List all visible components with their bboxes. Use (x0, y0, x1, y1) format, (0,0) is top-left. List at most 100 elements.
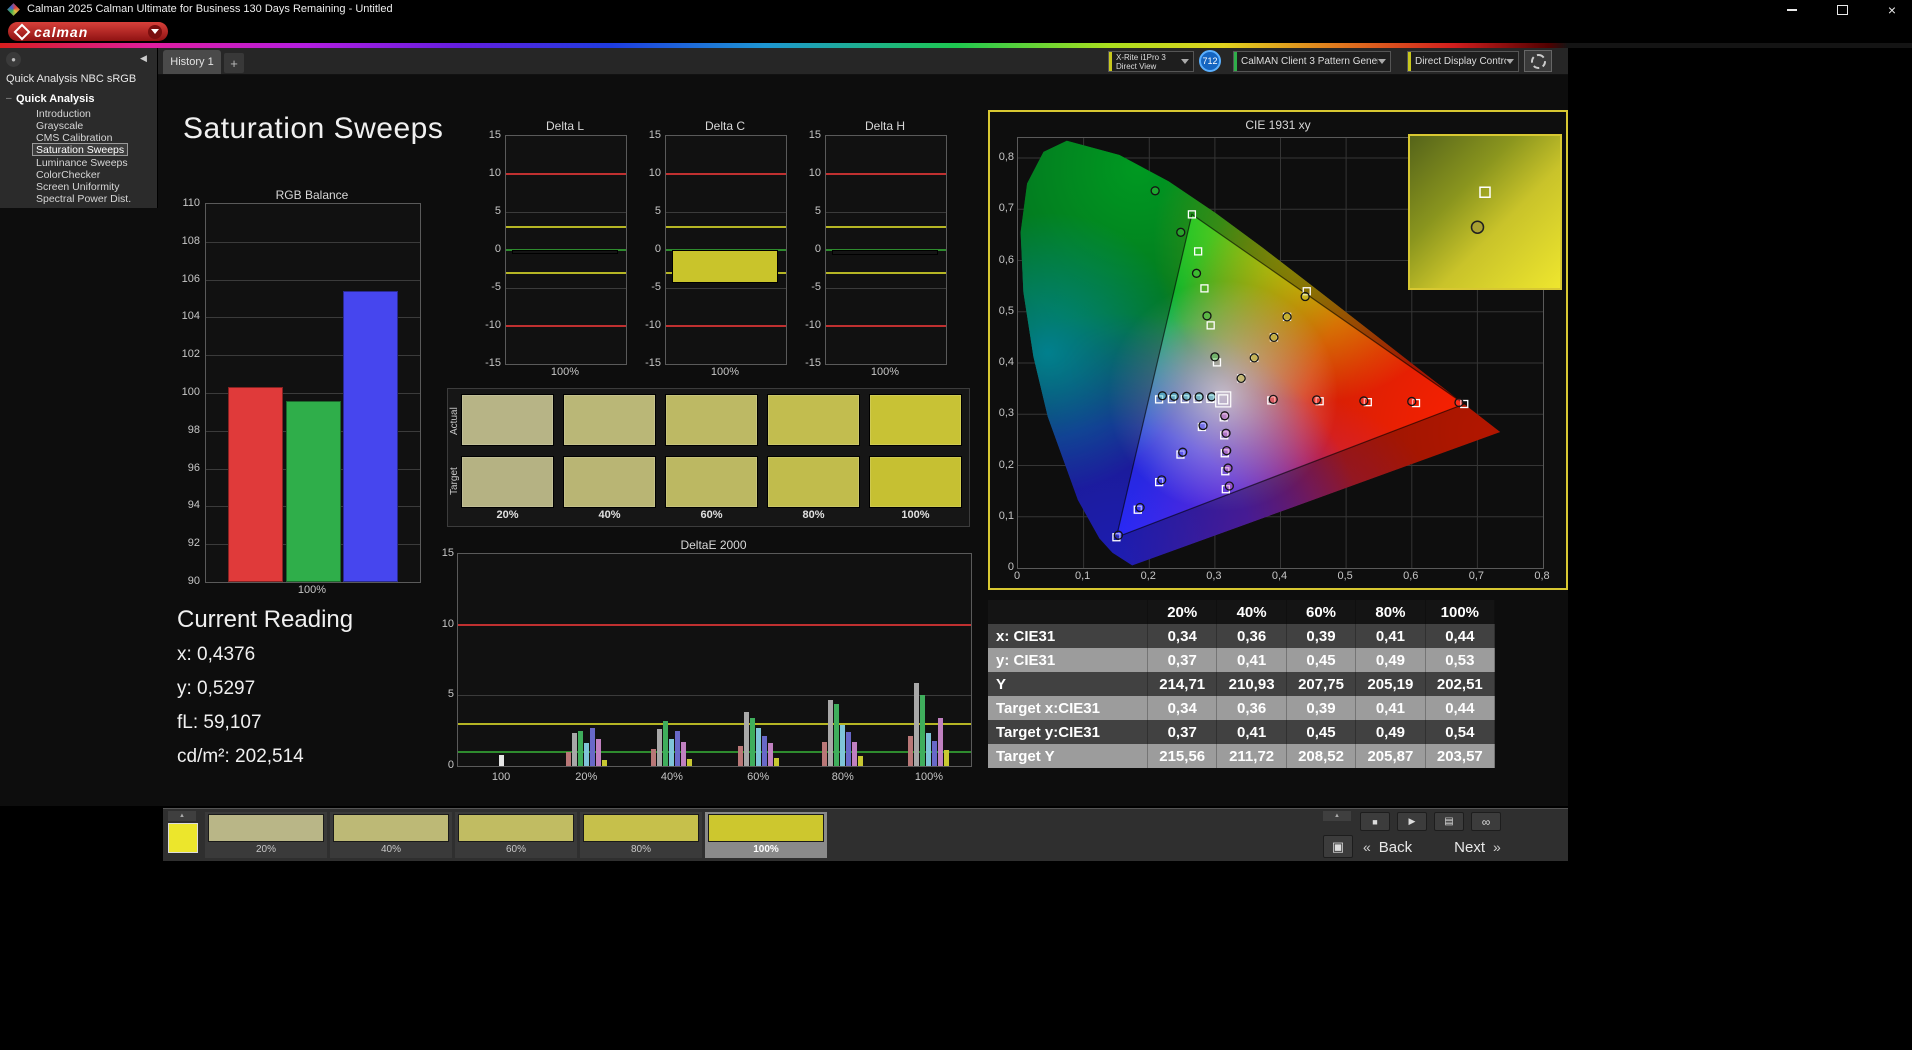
y-axis-tick: 15 (808, 129, 821, 141)
workflow-menu-button[interactable]: ● (6, 52, 21, 67)
pattern-source-dropdown[interactable]: CalMAN Client 3 Pattern Generator (1233, 51, 1391, 72)
window-mode-button[interactable]: ▣ (1323, 835, 1353, 858)
measured-marker-magenta (1221, 428, 1231, 438)
deltae-bar (595, 739, 601, 766)
pattern-swatch-20%[interactable]: 20% (205, 812, 327, 858)
y-axis-tick: -5 (651, 281, 661, 293)
pattern-swatch-label: 20% (255, 844, 276, 855)
gridline (826, 212, 946, 213)
deltae-chart: 0 5 10 15 100 20% 40% 60% 80% 100% (442, 547, 972, 783)
double-chevron-left-icon: « (1363, 839, 1371, 855)
measured-marker-magenta (1222, 445, 1232, 456)
swatch-col-label: 60% (700, 509, 723, 521)
sidebar-item-cms-calibration[interactable]: CMS Calibration (33, 132, 115, 144)
target-swatch-80% (767, 456, 860, 508)
measured-marker-cyan (1182, 391, 1192, 401)
deltae-bar (944, 750, 950, 766)
deltae-bar (681, 741, 687, 766)
sidebar-item-luminance-sweeps[interactable]: Luminance Sweeps (33, 157, 131, 169)
pattern-swatch-40%[interactable]: 40% (330, 812, 452, 858)
continuous-read-button[interactable]: ∞ (1471, 812, 1501, 831)
back-button[interactable]: Back (1379, 839, 1412, 856)
deltae-bar (589, 727, 595, 766)
gridline (506, 212, 626, 213)
reference-line (826, 173, 946, 175)
cie-x-tick: 0 (1013, 570, 1021, 582)
cie-y-tick: 0,3 (998, 407, 1014, 420)
add-tab-button[interactable]: + (224, 53, 244, 73)
pattern-swatch-chip (583, 814, 699, 842)
reference-line (458, 750, 971, 753)
y-axis-tick: 108 (181, 234, 200, 247)
pattern-panel-handle[interactable]: ▲ (168, 811, 196, 821)
meter-status-badge[interactable]: 712 (1199, 50, 1221, 72)
meter-dropdown[interactable]: X-Rite i1Pro 3 Direct View (1108, 51, 1194, 72)
y-axis-tick: -10 (485, 319, 501, 331)
x-axis-tick: 20% (575, 771, 598, 783)
measured-marker-magenta (1224, 481, 1234, 491)
sidebar-item-saturation-sweeps[interactable]: Saturation Sweeps (32, 143, 129, 156)
table-col-header: 80% (1356, 600, 1426, 624)
actual-row-label: Actual (449, 407, 460, 435)
table-value-cell: 211,72 (1217, 744, 1287, 768)
cie-y-tick: 0,4 (998, 356, 1014, 368)
pattern-swatch-80%[interactable]: 80% (580, 812, 702, 858)
close-button[interactable]: × (1878, 1, 1906, 18)
deltae-bar (761, 736, 767, 766)
workflow-root[interactable]: Quick Analysis (16, 93, 94, 105)
pattern-swatch-strip: 20% 40% 60% 80% 100% (205, 812, 827, 858)
deltae-bar (834, 703, 840, 766)
gridline (666, 288, 786, 289)
sidebar-item-introduction[interactable]: Introduction (33, 108, 94, 120)
gridline (666, 212, 786, 213)
pattern-swatch-100%[interactable]: 100% (705, 812, 827, 858)
stop-button[interactable]: ■ (1360, 812, 1390, 831)
table-value-cell: 0,34 (1148, 696, 1218, 720)
display-control-dropdown[interactable]: Direct Display Control (1407, 51, 1519, 72)
calman-logo[interactable]: calman (8, 22, 168, 41)
maximize-button[interactable] (1828, 1, 1856, 18)
table-row-label: Target Y (988, 744, 1148, 768)
table-value-cell: 0,39 (1287, 696, 1357, 720)
measured-marker-green (1210, 352, 1220, 362)
y-axis-tick: 98 (187, 423, 200, 436)
cie-y-tick: 0,5 (998, 304, 1014, 317)
y-axis-tick: -15 (645, 357, 661, 369)
sidebar-item-colorchecker[interactable]: ColorChecker (33, 169, 103, 181)
sidebar-item-spectral-power[interactable]: Spectral Power Dist. (33, 193, 134, 205)
calman-diamond-icon (13, 23, 31, 40)
measured-marker-yellow (1300, 291, 1310, 302)
minimize-button[interactable] (1778, 1, 1806, 18)
y-axis-tick: 0 (494, 243, 501, 255)
x-axis-tick: 80% (831, 771, 854, 783)
reference-line (506, 226, 626, 229)
pattern-swatch-60%[interactable]: 60% (455, 812, 577, 858)
table-row: Target x:CIE31 0,34 0,36 0,39 0,41 0,44 (988, 696, 1496, 720)
current-reading-heading: Current Reading (177, 606, 354, 633)
deltae-bar (577, 730, 583, 766)
deltae-bar (840, 725, 846, 766)
play-button[interactable]: ▶ (1397, 812, 1427, 831)
sidebar-item-screen-uniformity[interactable]: Screen Uniformity (33, 181, 122, 193)
tab-history-1[interactable]: History 1 (163, 50, 221, 74)
settings-button[interactable] (1524, 50, 1552, 72)
tree-expander-icon[interactable]: – (6, 93, 12, 104)
logo-menu-button[interactable] (148, 24, 162, 39)
table-value-cell: 0,36 (1217, 696, 1287, 720)
sidebar-item-grayscale[interactable]: Grayscale (33, 120, 86, 132)
actual-target-swatch-panel: Actual Target 20% 40% 60% 80% 100% (447, 388, 970, 527)
pattern-window-button[interactable]: ▤ (1434, 812, 1464, 831)
deltae-bar (601, 760, 607, 766)
deltae-bar (932, 740, 938, 766)
bottom-pattern-bar: ▲ 20% 40% 60% 80% 100% ▲ ■ ▶ ▤ ∞ ▣ « Back Ne… (163, 808, 1568, 861)
controls-panel-handle[interactable]: ▲ (1323, 811, 1351, 821)
sidebar-collapse-button[interactable]: ◀ (140, 53, 147, 64)
deltae-bar (743, 712, 749, 766)
y-axis-tick: 15 (488, 129, 501, 141)
cie-x-tick: 0,3 (1206, 570, 1222, 582)
next-button[interactable]: Next (1454, 839, 1485, 856)
table-value-cell: 0,41 (1217, 648, 1287, 672)
reference-line (458, 722, 971, 725)
y-axis-tick: 5 (814, 205, 821, 217)
deltae-bar (583, 743, 589, 766)
